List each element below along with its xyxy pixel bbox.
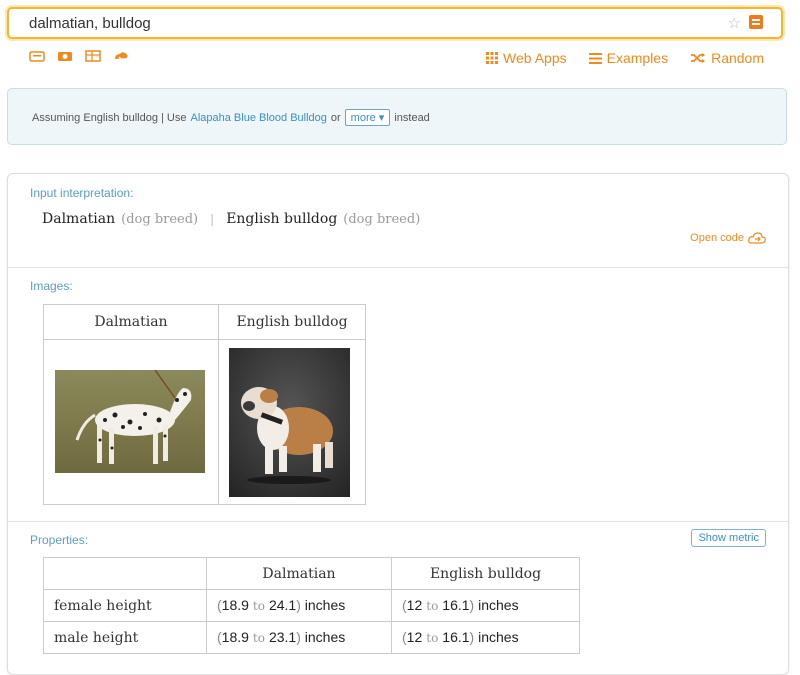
english-bulldog-photo[interactable] (229, 348, 350, 497)
search-input[interactable] (29, 15, 709, 32)
cloud-icon (748, 232, 766, 244)
dropdown-arrow-icon: ▾ (378, 112, 385, 124)
value-unit: inches (304, 629, 346, 645)
row-label: female height (43, 589, 207, 622)
images-header-bulldog: English bulldog (218, 304, 366, 340)
dalmatian-photo[interactable] (55, 370, 205, 473)
examples-link[interactable]: Examples (588, 50, 669, 66)
range-to: to (426, 599, 439, 613)
value-unit: inches (478, 629, 519, 645)
table-row: male height (18.9 to 23.1) inches (12 to 16.… (43, 621, 580, 654)
row-value-dalmatian: (18.9 to 23.1) inches (206, 621, 392, 654)
range-to: to (252, 599, 265, 613)
table-header-bulldog: English bulldog (391, 557, 580, 590)
table-header-row: Dalmatian English bulldog (43, 557, 580, 590)
value-low: 12 (406, 629, 423, 645)
shuffle-icon (691, 53, 706, 63)
pod-divider (8, 521, 788, 522)
table-icon[interactable] (85, 50, 101, 62)
images-header-dalmatian: Dalmatian (43, 304, 219, 340)
alternate-interpretation-link[interactable]: Alapaha Blue Blood Bulldog (191, 112, 327, 124)
favorite-star-icon[interactable]: ☆ (728, 14, 741, 32)
images-table: Dalmatian English bulldog (43, 304, 366, 505)
camera-icon[interactable] (57, 50, 73, 62)
row-value-dalmatian: (18.9 to 24.1) inches (206, 589, 392, 622)
value-low: 18.9 (221, 597, 249, 613)
random-label: Random (711, 50, 764, 66)
interp-item-dalmatian: Dalmatian (42, 211, 116, 227)
value-high: 24.1 (268, 597, 297, 613)
row-value-bulldog: (12 to 16.1) inches (391, 621, 580, 654)
row-label: male height (43, 621, 207, 654)
interp-item-type: (dog breed) (121, 212, 199, 227)
value-low: 12 (406, 597, 423, 613)
random-link[interactable]: Random (690, 50, 764, 66)
list-icon (588, 52, 602, 64)
assumption-suffix: instead (394, 111, 430, 124)
value-unit: inches (304, 597, 346, 613)
interp-divider: | (210, 212, 215, 226)
value-high: 16.1 (442, 629, 470, 645)
properties-table: Dalmatian English bulldog female height … (43, 557, 580, 654)
input-mode-toolbar (29, 50, 129, 62)
value-unit: inches (478, 597, 519, 613)
input-interpretation-title: Input interpretation: (30, 186, 134, 200)
keyboard-icon[interactable] (29, 50, 45, 62)
assumption-text: Assuming English bulldog | Use (32, 111, 187, 124)
properties-title: Properties: (30, 533, 89, 547)
images-title: Images: (30, 279, 73, 293)
results-card: Input interpretation: Dalmatian (dog bre… (7, 173, 789, 675)
assumption-or: or (330, 111, 341, 124)
grid-icon (486, 52, 499, 64)
interp-item-bulldog: English bulldog (226, 211, 338, 227)
open-code-button[interactable]: Open code (690, 232, 766, 244)
input-interpretation: Dalmatian (dog breed) | English bulldog … (42, 211, 420, 227)
value-high: 23.1 (268, 629, 297, 645)
range-to: to (252, 631, 265, 645)
bulldog-image-cell (218, 339, 366, 505)
web-apps-label: Web Apps (503, 50, 567, 66)
compute-button[interactable] (749, 15, 763, 29)
more-dropdown[interactable]: more ▾ (344, 109, 391, 126)
dalmatian-image-cell (43, 339, 219, 505)
assumption-banner: Assuming English bulldog | Use Alapaha B… (7, 88, 787, 145)
open-code-label: Open code (690, 232, 744, 244)
pod-divider (8, 267, 788, 268)
table-header-empty (43, 557, 207, 590)
search-bar: ☆ (7, 7, 783, 39)
range-to: to (426, 631, 439, 645)
table-row: female height (18.9 to 24.1) inches (12 to 1… (43, 589, 580, 622)
show-metric-button[interactable]: Show metric (691, 529, 766, 547)
file-upload-icon[interactable] (113, 50, 129, 62)
value-high: 16.1 (442, 597, 470, 613)
interp-item-type: (dog breed) (343, 212, 421, 227)
web-apps-link[interactable]: Web Apps (486, 50, 567, 66)
more-label: more (350, 112, 376, 124)
value-low: 18.9 (221, 629, 249, 645)
table-header-dalmatian: Dalmatian (206, 557, 392, 590)
top-nav: Web Apps Examples Random (486, 50, 764, 66)
examples-label: Examples (606, 50, 669, 66)
row-value-bulldog: (12 to 16.1) inches (391, 589, 580, 622)
